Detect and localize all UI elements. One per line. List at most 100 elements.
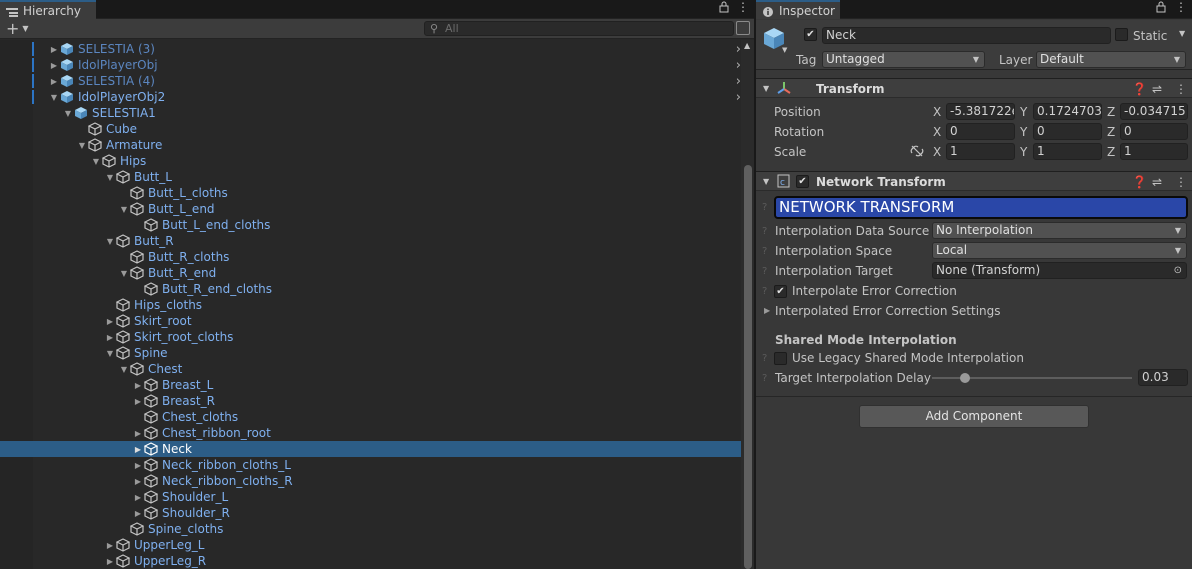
- position-y-field[interactable]: 0.1724703: [1033, 103, 1102, 120]
- transform-header[interactable]: ▼ Transform ❓ ⇌ ⋮: [756, 78, 1192, 98]
- rotation-z-field[interactable]: 0: [1120, 123, 1188, 140]
- foldout-right-icon[interactable]: ▶: [104, 317, 116, 326]
- chevron-down-icon[interactable]: ▼: [782, 46, 787, 54]
- help-icon[interactable]: ?: [762, 226, 767, 237]
- preset-icon[interactable]: ⇌: [1152, 175, 1162, 189]
- rotation-z-label[interactable]: Z: [1107, 125, 1115, 139]
- kebab-menu-icon[interactable]: ⋮: [737, 0, 749, 14]
- hierarchy-row[interactable]: Butt_L_cloths: [0, 185, 741, 201]
- foldout-down-icon[interactable]: ▼: [76, 141, 88, 150]
- foldout-down-icon[interactable]: ▼: [104, 349, 116, 358]
- hierarchy-row[interactable]: ▶ Neck: [0, 441, 741, 457]
- hierarchy-row[interactable]: ▼ Butt_L_end: [0, 201, 741, 217]
- delay-slider-knob[interactable]: [960, 373, 970, 383]
- tab-inspector[interactable]: Inspector: [756, 0, 840, 19]
- foldout-down-icon[interactable]: ▼: [763, 177, 769, 186]
- rotation-y-label[interactable]: Y: [1020, 125, 1027, 139]
- scale-z-field[interactable]: 1: [1120, 143, 1188, 160]
- hierarchy-row[interactable]: ▶ Neck_ribbon_cloths_R: [0, 473, 741, 489]
- position-y-label[interactable]: Y: [1020, 105, 1027, 119]
- error-settings-foldout[interactable]: Interpolated Error Correction Settings: [775, 304, 1001, 318]
- hierarchy-row[interactable]: Cube: [0, 121, 741, 137]
- foldout-down-icon[interactable]: ▼: [118, 269, 130, 278]
- hierarchy-row[interactable]: ▶ SELESTIA (4) ›: [0, 73, 741, 89]
- hierarchy-row[interactable]: ▼ Butt_R: [0, 233, 741, 249]
- foldout-down-icon[interactable]: ▼: [90, 157, 102, 166]
- hierarchy-row[interactable]: ▶ IdolPlayerObj ›: [0, 57, 741, 73]
- hierarchy-row[interactable]: ▼ Butt_L: [0, 169, 741, 185]
- kebab-menu-icon[interactable]: ⋮: [1175, 82, 1187, 96]
- network-transform-header[interactable]: ▼ c ✔ Network Transform ❓ ⇌ ⋮: [756, 171, 1192, 191]
- rotation-y-field[interactable]: 0: [1033, 123, 1102, 140]
- hierarchy-row[interactable]: Butt_R_end_cloths: [0, 281, 741, 297]
- scale-y-label[interactable]: Y: [1020, 145, 1027, 159]
- hierarchy-row[interactable]: ▶ Chest_ribbon_root: [0, 425, 741, 441]
- interp-target-field[interactable]: None (Transform) ⊙: [932, 262, 1187, 279]
- hierarchy-row[interactable]: ▶ Neck_ribbon_cloths_L: [0, 457, 741, 473]
- tag-dropdown[interactable]: Untagged ▼: [822, 51, 985, 68]
- unlink-icon[interactable]: [910, 145, 924, 160]
- foldout-right-icon[interactable]: ▶: [764, 306, 770, 315]
- foldout-right-icon[interactable]: ▶: [132, 493, 144, 502]
- lock-icon[interactable]: [719, 1, 729, 16]
- create-button[interactable]: + ▼: [6, 19, 36, 38]
- scale-x-field[interactable]: 1: [946, 143, 1015, 160]
- hierarchy-row[interactable]: ▶ UpperLeg_R: [0, 553, 741, 569]
- add-component-button[interactable]: Add Component: [859, 405, 1089, 428]
- hierarchy-row[interactable]: ▶ Breast_R: [0, 393, 741, 409]
- help-icon[interactable]: ?: [762, 286, 767, 297]
- help-icon[interactable]: ❓: [1132, 175, 1147, 189]
- lock-icon[interactable]: [1156, 1, 1166, 16]
- foldout-down-icon[interactable]: ▼: [104, 173, 116, 182]
- help-icon[interactable]: ?: [762, 373, 767, 384]
- scroll-up-icon[interactable]: ▲: [744, 41, 750, 50]
- scale-z-label[interactable]: Z: [1107, 145, 1115, 159]
- hierarchy-row[interactable]: ▼ Chest: [0, 361, 741, 377]
- hierarchy-row[interactable]: ▼ Armature: [0, 137, 741, 153]
- position-z-field[interactable]: -0.034715: [1120, 103, 1188, 120]
- kebab-menu-icon[interactable]: ⋮: [1175, 175, 1187, 189]
- interp-space-dropdown[interactable]: Local ▼: [932, 242, 1187, 259]
- foldout-right-icon[interactable]: ▶: [48, 61, 60, 70]
- static-checkbox[interactable]: [1115, 28, 1128, 41]
- hierarchy-row[interactable]: ▶ UpperLeg_L: [0, 537, 741, 553]
- foldout-down-icon[interactable]: ▼: [763, 84, 769, 93]
- hierarchy-row[interactable]: ▼ IdolPlayerObj2 ›: [0, 89, 741, 105]
- foldout-down-icon[interactable]: ▼: [48, 93, 60, 102]
- help-icon[interactable]: ?: [762, 202, 767, 213]
- foldout-right-icon[interactable]: ▶: [104, 541, 116, 550]
- object-name-field[interactable]: Neck: [822, 27, 1111, 44]
- hierarchy-row[interactable]: ▶ Skirt_root: [0, 313, 741, 329]
- help-icon[interactable]: ❓: [1132, 82, 1147, 96]
- object-picker-icon[interactable]: ⊙: [1174, 263, 1182, 278]
- foldout-down-icon[interactable]: ▼: [118, 365, 130, 374]
- help-icon[interactable]: ?: [762, 266, 767, 277]
- preset-icon[interactable]: ⇌: [1152, 82, 1162, 96]
- foldout-right-icon[interactable]: ▶: [104, 333, 116, 342]
- interp-source-dropdown[interactable]: No Interpolation ▼: [932, 222, 1187, 239]
- hierarchy-row[interactable]: ▶ Skirt_root_cloths: [0, 329, 741, 345]
- hierarchy-row[interactable]: Spine_cloths: [0, 521, 741, 537]
- help-icon[interactable]: ?: [762, 353, 767, 364]
- search-options-icon[interactable]: [736, 21, 750, 35]
- foldout-down-icon[interactable]: ▼: [62, 109, 74, 118]
- help-icon[interactable]: ?: [762, 246, 767, 257]
- foldout-right-icon[interactable]: ▶: [132, 477, 144, 486]
- foldout-right-icon[interactable]: ▶: [132, 509, 144, 518]
- position-x-field[interactable]: -5.381722e: [946, 103, 1015, 120]
- foldout-right-icon[interactable]: ▶: [104, 557, 116, 566]
- foldout-right-icon[interactable]: ▶: [132, 429, 144, 438]
- hierarchy-row[interactable]: ▼ Hips: [0, 153, 741, 169]
- hierarchy-row[interactable]: ▼ Spine: [0, 345, 741, 361]
- hierarchy-row[interactable]: ▶ Breast_L: [0, 377, 741, 393]
- hierarchy-row[interactable]: ▼ Butt_R_end: [0, 265, 741, 281]
- scale-y-field[interactable]: 1: [1033, 143, 1102, 160]
- hierarchy-row[interactable]: Butt_L_end_cloths: [0, 217, 741, 233]
- foldout-down-icon[interactable]: ▼: [118, 205, 130, 214]
- position-x-label[interactable]: X: [933, 105, 941, 119]
- foldout-right-icon[interactable]: ▶: [132, 381, 144, 390]
- layer-dropdown[interactable]: Default ▼: [1036, 51, 1186, 68]
- foldout-right-icon[interactable]: ▶: [132, 445, 144, 454]
- legacy-checkbox[interactable]: [774, 352, 787, 365]
- foldout-right-icon[interactable]: ▶: [132, 461, 144, 470]
